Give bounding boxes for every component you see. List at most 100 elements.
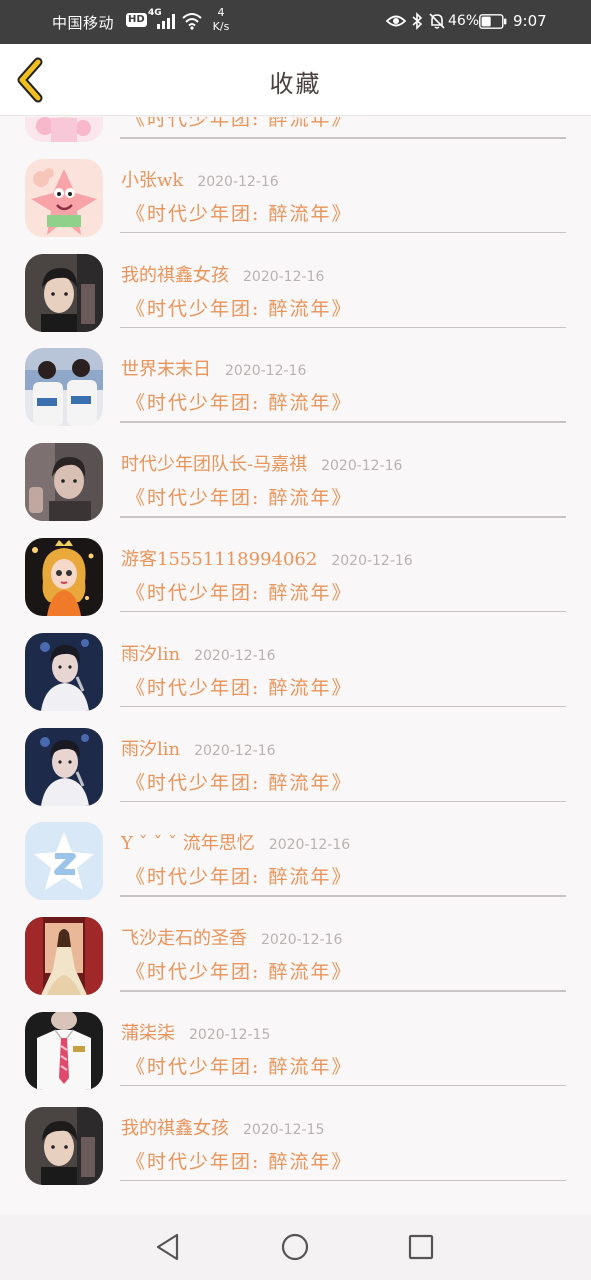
avatar-image	[25, 253, 103, 332]
favorites-list[interactable]: 游客158830112538002020-12-16《时代少年团: 醉流年》小张…	[0, 117, 591, 1214]
carrier-label: 中国移动	[52, 14, 115, 32]
favorite-title[interactable]: 《时代少年团: 醉流年》	[126, 199, 352, 226]
favorite-date: 2020-12-16	[321, 458, 403, 475]
avatar-image	[25, 917, 103, 996]
favorite-username-line: 我的祺鑫女孩 2020-12-15	[121, 1114, 324, 1140]
favorite-item[interactable]: 世界末末日 2020-12-16 《时代少年团: 醉流年》	[0, 327, 591, 427]
favorite-date: 2020-12-16	[261, 932, 343, 949]
favorite-username[interactable]: 雨汐lin	[121, 739, 180, 760]
avatar-image	[25, 537, 103, 616]
favorite-username-line: Y ˇ ˇ ˇ 流年思忆 2020-12-16	[121, 829, 350, 855]
favorite-username-line: 世界末末日 2020-12-16	[121, 355, 306, 381]
favorite-title[interactable]: 《时代少年团: 醉流年》	[126, 388, 352, 415]
favorite-title[interactable]: 《时代少年团: 醉流年》	[126, 578, 352, 605]
favorite-date: 2020-12-15	[189, 1026, 271, 1043]
singer-photo-avatar[interactable]	[25, 632, 103, 711]
favorite-date: 2020-12-16	[243, 268, 325, 285]
avatar-image	[25, 348, 103, 427]
boy-photo-avatar[interactable]	[25, 1106, 103, 1185]
favorite-date: 2020-12-16	[225, 363, 307, 380]
favorite-item[interactable]: 雨汐lin 2020-12-16 《时代少年团: 醉流年》	[0, 612, 591, 711]
favorite-username[interactable]: 飞沙走石的圣香	[121, 928, 247, 949]
favorite-item[interactable]: 雨汐lin 2020-12-16 《时代少年团: 醉流年》	[0, 707, 591, 806]
favorite-date: 2020-12-15	[243, 1121, 325, 1138]
hd-badge: HD	[126, 13, 147, 27]
favorite-item[interactable]: 游客158830112538002020-12-16《时代少年团: 醉流年》	[0, 117, 591, 142]
woman-gown-avatar[interactable]	[25, 917, 103, 996]
favorite-username[interactable]: 小张wk	[121, 170, 183, 191]
favorite-username[interactable]: 游客15551118994062	[121, 549, 317, 570]
battery-icon	[479, 14, 507, 29]
avatar-image	[25, 727, 103, 806]
favorite-username[interactable]: 我的祺鑫女孩	[121, 265, 229, 286]
singer-photo-avatar[interactable]	[25, 727, 103, 806]
favorite-item[interactable]: 游客15551118994062 2020-12-16 《时代少年团: 醉流年》	[0, 517, 591, 616]
app-header: 收藏	[0, 44, 591, 116]
favorite-item[interactable]: 时代少年团队长-马嘉祺 2020-12-16 《时代少年团: 醉流年》	[0, 422, 591, 522]
favorite-title[interactable]: 《时代少年团: 醉流年》	[126, 957, 352, 984]
favorite-title[interactable]: 《时代少年团: 醉流年》	[126, 483, 352, 510]
favorite-username[interactable]: 世界末末日	[121, 359, 211, 380]
school-uniform-avatar[interactable]	[25, 1011, 103, 1090]
status-bar: 中国移动 HD 4G 4 K/s 46% 9:07	[0, 0, 591, 44]
avatar-image	[25, 632, 103, 711]
signal-icon	[157, 14, 175, 29]
system-nav-bar	[0, 1214, 591, 1280]
favorite-item[interactable]: 我的祺鑫女孩 2020-12-15 《时代少年团: 醉流年》	[0, 1086, 591, 1185]
favorite-username[interactable]: 雨汐lin	[121, 644, 180, 665]
avatar-image	[25, 158, 103, 237]
favorite-username-line: 游客15551118994062 2020-12-16	[121, 545, 413, 571]
favorite-title[interactable]: 《时代少年团: 醉流年》	[126, 117, 352, 131]
favorite-date: 2020-12-16	[197, 173, 279, 190]
favorite-username-line: 时代少年团队长-马嘉祺 2020-12-16	[121, 450, 402, 476]
clock: 9:07	[513, 12, 547, 30]
divider	[120, 1179, 566, 1182]
network-speed: 4 K/s	[210, 6, 232, 34]
speed-value: 4	[217, 6, 225, 19]
favorite-username[interactable]: Y ˇ ˇ ˇ 流年思忆	[121, 833, 255, 854]
favorite-date: 2020-12-16	[268, 837, 351, 854]
page-title: 收藏	[269, 70, 322, 98]
avatar-image	[25, 443, 103, 522]
eye-comfort-icon	[386, 15, 406, 27]
favorite-username-line: 飞沙走石的圣香 2020-12-16	[121, 924, 342, 950]
favorite-date: 2020-12-16	[194, 742, 276, 759]
favorite-item[interactable]: 我的祺鑫女孩 2020-12-16 《时代少年团: 醉流年》	[0, 233, 591, 332]
favorite-item[interactable]: 飞沙走石的圣香 2020-12-16 《时代少年团: 醉流年》	[0, 896, 591, 996]
favorite-username-line: 雨汐lin 2020-12-16	[121, 735, 275, 761]
favorite-username[interactable]: 蒲柒柒	[121, 1023, 175, 1044]
favorite-username-line: 雨汐lin 2020-12-16	[121, 640, 275, 666]
favorite-date: 2020-12-16	[331, 552, 413, 569]
circle-home-icon[interactable]	[280, 1232, 310, 1262]
bluetooth-icon	[412, 12, 423, 30]
favorite-title[interactable]: 《时代少年团: 醉流年》	[126, 1147, 352, 1174]
speed-unit: K/s	[212, 20, 230, 33]
favorite-title[interactable]: 《时代少年团: 醉流年》	[126, 1052, 352, 1079]
favorite-username-line: 我的祺鑫女孩 2020-12-16	[121, 261, 324, 287]
favorite-title[interactable]: 《时代少年团: 醉流年》	[126, 768, 352, 795]
favorite-item[interactable]: 小张wk 2020-12-16 《时代少年团: 醉流年》	[0, 138, 591, 237]
favorite-username[interactable]: 我的祺鑫女孩	[121, 1118, 229, 1139]
qzone-logo-avatar[interactable]	[25, 822, 103, 901]
battery-fill	[481, 16, 491, 27]
favorite-title[interactable]: 《时代少年团: 醉流年》	[126, 673, 352, 700]
favorite-title[interactable]: 《时代少年团: 醉流年》	[126, 862, 352, 889]
two-boys-avatar[interactable]	[25, 348, 103, 427]
favorites-list-content: 游客158830112538002020-12-16《时代少年团: 醉流年》小张…	[0, 117, 591, 1185]
triangle-back-icon[interactable]	[153, 1232, 183, 1262]
patrick-star-avatar[interactable]	[25, 158, 103, 237]
boy-portrait-avatar[interactable]	[25, 443, 103, 522]
favorite-username-line: 小张wk 2020-12-16	[121, 166, 279, 192]
boy-photo-avatar[interactable]	[25, 253, 103, 332]
princess-cartoon-avatar[interactable]	[25, 537, 103, 616]
favorite-title[interactable]: 《时代少年团: 醉流年》	[126, 294, 352, 321]
avatar-image	[25, 822, 103, 901]
favorite-username[interactable]: 时代少年团队长-马嘉祺	[121, 454, 307, 475]
battery-percent: 46%	[448, 13, 480, 29]
favorites-page: 中国移动 HD 4G 4 K/s 46% 9:07 收藏 《时代少年团: 醉流年…	[0, 0, 591, 1280]
favorite-item[interactable]: 蒲柒柒 2020-12-15 《时代少年团: 醉流年》	[0, 991, 591, 1090]
avatar-image	[25, 1106, 103, 1185]
square-recents-icon[interactable]	[406, 1232, 436, 1262]
favorite-item[interactable]: Y ˇ ˇ ˇ 流年思忆 2020-12-16 《时代少年团: 醉流年》	[0, 801, 591, 901]
avatar-image	[25, 1011, 103, 1090]
